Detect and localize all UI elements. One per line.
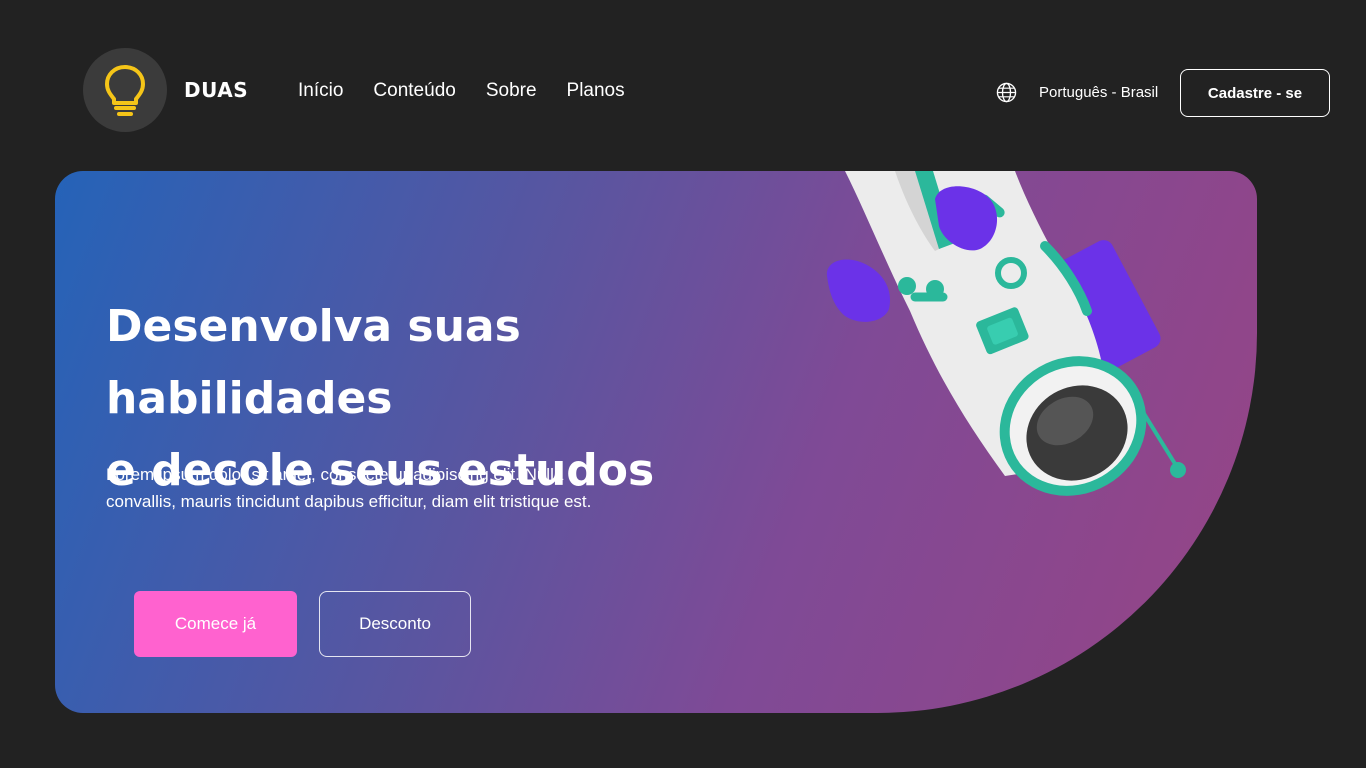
nav-item-planos[interactable]: Planos <box>567 80 625 102</box>
logo[interactable] <box>83 48 167 132</box>
nav-item-conteudo[interactable]: Conteúdo <box>373 80 455 102</box>
signup-button[interactable]: Cadastre - se <box>1180 69 1330 117</box>
language-label: Português - Brasil <box>1039 84 1159 101</box>
hero-description: Lorem ipsum dolor sit amet, consectetur … <box>106 465 592 511</box>
astronaut-illustration <box>826 171 1186 496</box>
hero-banner: Desenvolva suas habilidades e decole seu… <box>55 171 1257 713</box>
nav-item-sobre[interactable]: Sobre <box>486 80 537 102</box>
globe-icon <box>996 82 1017 103</box>
lightbulb-icon <box>105 65 145 116</box>
language-selector[interactable]: Português - Brasil <box>996 82 1158 103</box>
main-nav: Início Conteúdo Sobre Planos <box>298 80 655 102</box>
brand-name[interactable]: DUAS <box>184 78 248 102</box>
start-button[interactable]: Comece já <box>134 591 297 657</box>
nav-item-inicio[interactable]: Início <box>298 80 343 102</box>
discount-button[interactable]: Desconto <box>319 591 471 657</box>
landing-page: DUAS Início Conteúdo Sobre Planos Portug… <box>0 0 1366 768</box>
